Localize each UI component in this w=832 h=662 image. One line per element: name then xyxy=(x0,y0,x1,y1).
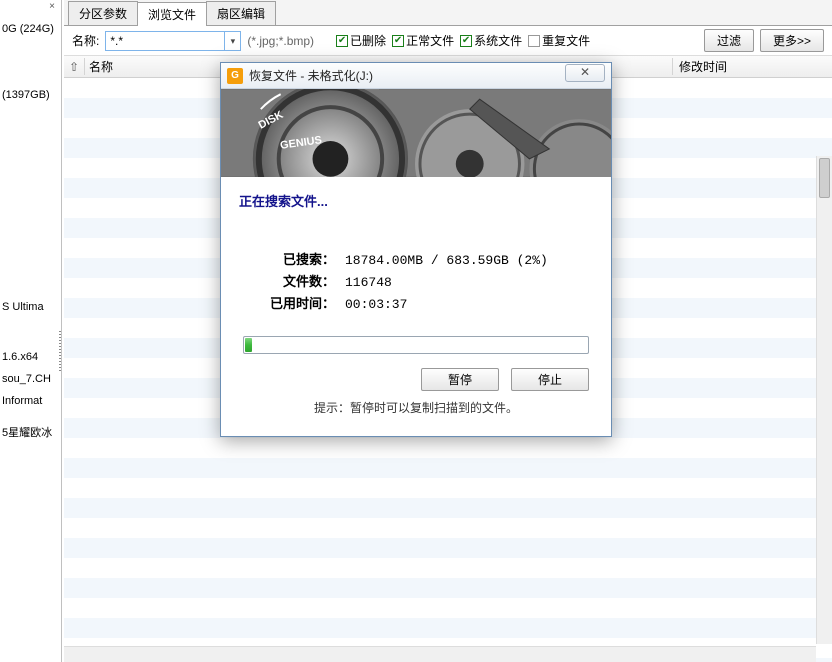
elapsed-value: 00:03:37 xyxy=(335,294,407,316)
stop-button[interactable]: 停止 xyxy=(511,368,589,391)
dialog-tip: 提示：暂停时可以复制扫描到的文件。 xyxy=(239,399,593,426)
filter-bar: 名称: ▾ (*.jpg;*.bmp) ✔已删除 ✔正常文件 ✔系统文件 ✔重复… xyxy=(64,26,832,56)
checkbox-normal[interactable]: ✔正常文件 xyxy=(392,32,454,49)
file-label-4[interactable]: 5星耀欧冰 xyxy=(0,422,61,444)
checkbox-system[interactable]: ✔系统文件 xyxy=(460,32,522,49)
os-label: S Ultima xyxy=(0,296,61,318)
dialog-body: 正在搜索文件... 已搜索：18784.00MB / 683.59GB (2%)… xyxy=(221,177,611,436)
file-label-2[interactable]: sou_7.CH xyxy=(0,368,61,390)
more-button[interactable]: 更多>> xyxy=(760,29,824,52)
filter-button[interactable]: 过滤 xyxy=(704,29,754,52)
col-modtime[interactable]: 修改时间 xyxy=(672,58,832,75)
drive-label-2[interactable]: (1397GB) xyxy=(0,84,61,106)
checkbox-deleted[interactable]: ✔已删除 xyxy=(336,32,386,49)
left-tree-panel: × 0G (224G) (1397GB) S Ultima 1.6.x64 so… xyxy=(0,0,62,662)
tab-sector-edit[interactable]: 扇区编辑 xyxy=(206,1,276,25)
search-stats: 已搜索：18784.00MB / 683.59GB (2%) 文件数：11674… xyxy=(265,250,593,316)
splitter-handle[interactable] xyxy=(59,331,62,371)
progress-bar xyxy=(243,336,589,354)
name-filter-label: 名称: xyxy=(72,32,99,49)
searched-value: 18784.00MB / 683.59GB (2%) xyxy=(335,250,548,272)
files-label: 文件数： xyxy=(265,272,335,294)
recover-files-dialog: G 恢复文件 - 未格式化(J:) ✕ DISK GENIUS 正在搜索文件..… xyxy=(220,62,612,437)
dialog-title: 恢复文件 - 未格式化(J:) xyxy=(249,67,559,84)
progress-fill xyxy=(245,338,252,352)
vertical-scrollbar[interactable] xyxy=(816,156,832,644)
pattern-hint: (*.jpg;*.bmp) xyxy=(247,34,314,48)
name-filter-dropdown-icon[interactable]: ▾ xyxy=(225,31,241,51)
file-label-1[interactable]: 1.6.x64 xyxy=(0,346,61,368)
dialog-close-button[interactable]: ✕ xyxy=(565,64,605,82)
elapsed-label: 已用时间： xyxy=(265,294,335,316)
pause-button[interactable]: 暂停 xyxy=(421,368,499,391)
horizontal-scrollbar[interactable] xyxy=(64,646,816,662)
dialog-banner-image: DISK GENIUS xyxy=(221,89,611,177)
checkbox-duplicate[interactable]: ✔重复文件 xyxy=(528,32,590,49)
tab-bar: 分区参数 浏览文件 扇区编辑 xyxy=(64,0,832,26)
tab-partition-params[interactable]: 分区参数 xyxy=(68,1,138,25)
dialog-titlebar[interactable]: G 恢复文件 - 未格式化(J:) ✕ xyxy=(221,63,611,89)
app-icon: G xyxy=(227,68,243,84)
file-label-3[interactable]: Informat xyxy=(0,390,61,412)
tab-browse-files[interactable]: 浏览文件 xyxy=(137,2,207,26)
searched-label: 已搜索： xyxy=(265,250,335,272)
up-icon[interactable]: ⇧ xyxy=(64,60,84,74)
drive-label-1[interactable]: 0G (224G) xyxy=(0,18,61,40)
name-filter-input[interactable] xyxy=(105,31,225,51)
search-status: 正在搜索文件... xyxy=(239,191,593,210)
close-panel-icon[interactable]: × xyxy=(45,0,59,14)
files-value: 116748 xyxy=(335,272,392,294)
